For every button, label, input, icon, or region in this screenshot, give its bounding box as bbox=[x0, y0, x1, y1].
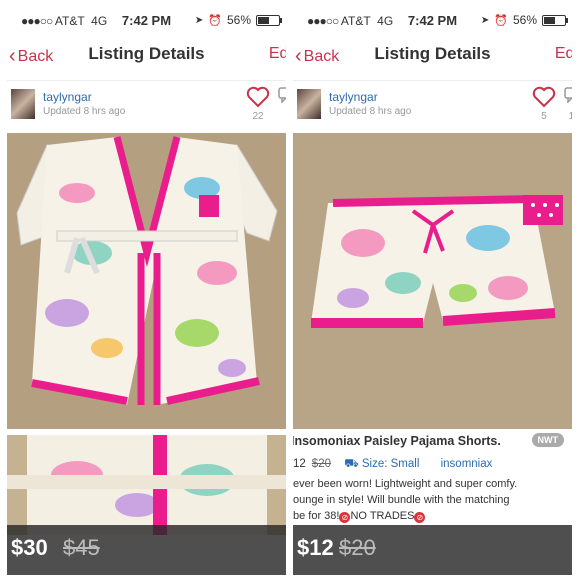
inline-price: 12 bbox=[293, 458, 306, 470]
alarm-icon: ⏰ bbox=[208, 14, 222, 27]
location-icon: ➤ bbox=[194, 14, 204, 26]
size-link[interactable]: ⛟ Size: Small bbox=[344, 458, 419, 470]
description-line: ounge in style! Will bundle with the mat… bbox=[293, 494, 510, 506]
brand-link[interactable]: insomniax bbox=[441, 458, 493, 470]
price-bar: $30 $45 bbox=[7, 525, 286, 575]
description-line: be for 38! bbox=[293, 510, 340, 522]
updated-time: Updated 8 hrs ago bbox=[43, 106, 126, 117]
battery-percent: 56% bbox=[512, 13, 537, 27]
listing-price: $30 bbox=[11, 535, 48, 560]
edit-button[interactable]: Edi bbox=[269, 45, 286, 63]
no-entry-icon: ⊘ bbox=[414, 512, 426, 523]
battery-icon bbox=[256, 14, 282, 26]
no-trades-text: NO TRADES bbox=[350, 510, 415, 522]
battery-percent: 56% bbox=[226, 13, 251, 27]
seller-row: taylyngar Updated 8 hrs ago 22 bbox=[7, 80, 286, 131]
alarm-icon: ⏰ bbox=[494, 14, 508, 27]
likes-count: 22 bbox=[252, 111, 264, 122]
page-title: Listing Details bbox=[374, 44, 491, 63]
listing-meta: 12 $20 ⛟ Size: Small insomniax bbox=[293, 457, 492, 472]
seller-row: taylyngar Updated 8 hrs ago 5 1 bbox=[293, 80, 572, 131]
listing-photo-shorts[interactable] bbox=[293, 133, 572, 429]
inline-original-price: $20 bbox=[311, 458, 331, 470]
listing-title: Insomoniax Paisley Pajama Shorts. bbox=[293, 434, 501, 448]
listing-price: $12 bbox=[297, 535, 334, 560]
avatar[interactable] bbox=[11, 89, 35, 119]
listing-photo-detail[interactable] bbox=[7, 435, 286, 535]
seller-username[interactable]: taylyngar bbox=[329, 90, 378, 104]
original-price: $45 bbox=[63, 535, 100, 560]
avatar[interactable] bbox=[297, 89, 321, 119]
seller-username[interactable]: taylyngar bbox=[43, 90, 92, 104]
updated-time: Updated 8 hrs ago bbox=[329, 106, 412, 117]
nwt-badge: NWT bbox=[531, 433, 564, 447]
no-entry-icon: ⊘ bbox=[339, 512, 351, 523]
robe-detail-image bbox=[7, 435, 286, 535]
heart-icon[interactable] bbox=[532, 86, 556, 108]
status-bar: ●●●○○ AT&T 4G 7:42 PM ➤ ⏰ 56% bbox=[7, 0, 286, 40]
status-bar: ●●●○○ AT&T 4G 7:42 PM ➤ ⏰ 56% bbox=[293, 0, 572, 40]
comments-count: 1 bbox=[568, 111, 572, 122]
listing-info: Insomoniax Paisley Pajama Shorts. NWT 12… bbox=[293, 430, 572, 540]
nav-bar: ‹Back Listing Details Edi bbox=[7, 40, 286, 76]
size-label: Size: Small bbox=[361, 458, 420, 470]
listing-description: ever been worn! Lightweight and super co… bbox=[293, 476, 572, 524]
hanger-icon: ⛟ bbox=[344, 458, 359, 470]
robe-image bbox=[7, 133, 286, 429]
listing-panel-shorts: ●●●○○ AT&T 4G 7:42 PM ➤ ⏰ 56% ‹ Back List… bbox=[293, 0, 572, 580]
description-line: ever been worn! Lightweight and super co… bbox=[293, 478, 518, 490]
location-icon: ➤ bbox=[480, 14, 490, 26]
heart-icon[interactable] bbox=[246, 86, 270, 108]
shorts-image bbox=[293, 133, 572, 429]
edit-button[interactable]: Edi bbox=[555, 45, 572, 63]
listing-photo-robe[interactable] bbox=[7, 133, 286, 429]
nav-bar: ‹Back Listing Details Edi bbox=[293, 40, 572, 76]
likes-count: 5 bbox=[541, 111, 547, 122]
battery-icon bbox=[542, 14, 568, 26]
comment-icon[interactable] bbox=[564, 87, 572, 103]
comment-icon[interactable] bbox=[278, 87, 286, 103]
price-bar: $12 $20 bbox=[293, 525, 572, 575]
original-price: $20 bbox=[339, 535, 376, 560]
page-title: Listing Details bbox=[88, 44, 205, 63]
listing-panel-robe: ●●●○○ AT&T 4G 7:42 PM ➤ ⏰ 56% ‹ Back List… bbox=[7, 0, 286, 580]
